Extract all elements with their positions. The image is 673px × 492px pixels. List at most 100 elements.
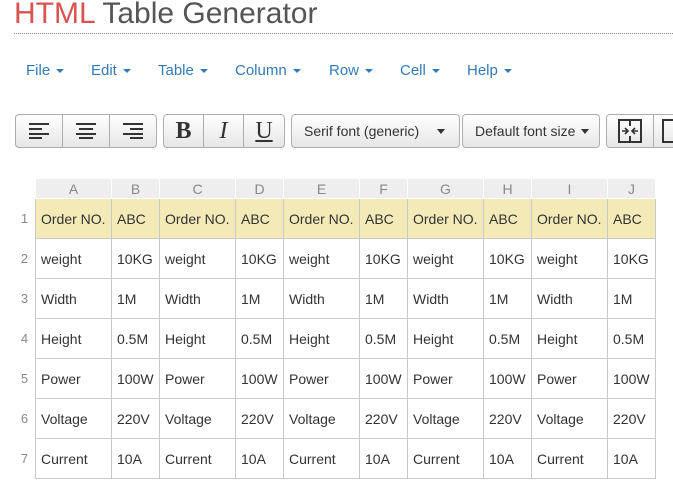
table-cell[interactable]: 10A: [483, 438, 532, 479]
table-cell[interactable]: 220V: [483, 398, 532, 439]
menu-help[interactable]: Help: [467, 62, 512, 79]
table-cell[interactable]: 1M: [111, 278, 160, 319]
align-right-button[interactable]: [109, 114, 157, 148]
align-center-button[interactable]: [62, 114, 110, 148]
column-header[interactable]: C: [159, 178, 236, 199]
bold-button[interactable]: B: [163, 114, 204, 148]
align-left-button[interactable]: [15, 114, 63, 148]
column-header[interactable]: E: [283, 178, 360, 199]
row-header[interactable]: 3: [14, 278, 36, 319]
table-cell[interactable]: Height: [35, 318, 112, 359]
table-cell[interactable]: weight: [407, 238, 484, 279]
table-cell[interactable]: 100W: [111, 358, 160, 399]
table-cell[interactable]: 220V: [111, 398, 160, 439]
table-cell[interactable]: Order NO.: [531, 198, 608, 239]
menu-file[interactable]: File: [26, 62, 65, 79]
table-cell[interactable]: Power: [159, 358, 236, 399]
table-cell[interactable]: Height: [407, 318, 484, 359]
table-cell[interactable]: Voltage: [407, 398, 484, 439]
table-cell[interactable]: 220V: [235, 398, 284, 439]
table-cell[interactable]: 10A: [235, 438, 284, 479]
row-header[interactable]: 7: [14, 438, 36, 479]
table-cell[interactable]: Height: [531, 318, 608, 359]
column-header[interactable]: F: [359, 178, 408, 199]
table-cell[interactable]: Width: [407, 278, 484, 319]
table-cell[interactable]: ABC: [607, 198, 656, 239]
table-cell[interactable]: ABC: [359, 198, 408, 239]
table-cell[interactable]: Width: [283, 278, 360, 319]
table-cell[interactable]: 100W: [483, 358, 532, 399]
table-cell[interactable]: 10A: [359, 438, 408, 479]
table-cell[interactable]: 0.5M: [111, 318, 160, 359]
menu-row[interactable]: Row: [329, 62, 374, 79]
row-header[interactable]: 6: [14, 398, 36, 439]
table-cell[interactable]: 10KG: [483, 238, 532, 279]
table-cell[interactable]: 0.5M: [235, 318, 284, 359]
table-cell[interactable]: 100W: [235, 358, 284, 399]
table-cell[interactable]: 0.5M: [359, 318, 408, 359]
table-cell[interactable]: Power: [35, 358, 112, 399]
table-cell[interactable]: Power: [283, 358, 360, 399]
table-cell[interactable]: Voltage: [35, 398, 112, 439]
table-cell[interactable]: 1M: [483, 278, 532, 319]
table-cell[interactable]: weight: [35, 238, 112, 279]
italic-button[interactable]: I: [203, 114, 244, 148]
table-cell[interactable]: Order NO.: [283, 198, 360, 239]
column-header[interactable]: H: [483, 178, 532, 199]
row-header[interactable]: 1: [14, 198, 36, 239]
table-cell[interactable]: Current: [531, 438, 608, 479]
row-header[interactable]: 2: [14, 238, 36, 279]
table-cell[interactable]: 1M: [359, 278, 408, 319]
font-family-select[interactable]: Serif font (generic): [291, 114, 460, 148]
row-header[interactable]: 4: [14, 318, 36, 359]
menu-cell[interactable]: Cell: [400, 62, 440, 79]
table-cell[interactable]: Power: [531, 358, 608, 399]
menu-edit[interactable]: Edit: [91, 62, 131, 79]
table-cell[interactable]: ABC: [483, 198, 532, 239]
split-cells-button[interactable]: [653, 114, 673, 148]
table-cell[interactable]: 220V: [607, 398, 656, 439]
table-cell[interactable]: Current: [159, 438, 236, 479]
table-cell[interactable]: Current: [283, 438, 360, 479]
column-header[interactable]: B: [111, 178, 160, 199]
table-cell[interactable]: 10A: [111, 438, 160, 479]
table-cell[interactable]: 100W: [607, 358, 656, 399]
table-cell[interactable]: 1M: [607, 278, 656, 319]
column-header[interactable]: D: [235, 178, 284, 199]
table-cell[interactable]: ABC: [235, 198, 284, 239]
menu-column[interactable]: Column: [235, 62, 301, 79]
table-cell[interactable]: Order NO.: [407, 198, 484, 239]
table-cell[interactable]: weight: [531, 238, 608, 279]
table-cell[interactable]: Order NO.: [159, 198, 236, 239]
table-cell[interactable]: Voltage: [159, 398, 236, 439]
font-size-select[interactable]: Default font size: [462, 114, 600, 148]
table-cell[interactable]: 10KG: [111, 238, 160, 279]
table-cell[interactable]: Height: [159, 318, 236, 359]
table-cell[interactable]: Voltage: [531, 398, 608, 439]
table-cell[interactable]: 0.5M: [607, 318, 656, 359]
table-cell[interactable]: Width: [35, 278, 112, 319]
table-cell[interactable]: 220V: [359, 398, 408, 439]
column-header[interactable]: I: [531, 178, 608, 199]
underline-button[interactable]: U: [243, 114, 285, 148]
table-cell[interactable]: Voltage: [283, 398, 360, 439]
table-cell[interactable]: 0.5M: [483, 318, 532, 359]
column-header[interactable]: J: [607, 178, 656, 199]
table-cell[interactable]: 10KG: [607, 238, 656, 279]
table-cell[interactable]: ABC: [111, 198, 160, 239]
column-header[interactable]: A: [35, 178, 112, 199]
merge-cells-button[interactable]: [606, 114, 654, 148]
table-cell[interactable]: 10A: [607, 438, 656, 479]
table-cell[interactable]: Width: [159, 278, 236, 319]
table-cell[interactable]: Power: [407, 358, 484, 399]
table-cell[interactable]: Order NO.: [35, 198, 112, 239]
table-cell[interactable]: Width: [531, 278, 608, 319]
table-cell[interactable]: 1M: [235, 278, 284, 319]
table-cell[interactable]: Current: [35, 438, 112, 479]
table-cell[interactable]: 10KG: [235, 238, 284, 279]
table-cell[interactable]: weight: [283, 238, 360, 279]
menu-table[interactable]: Table: [158, 62, 208, 79]
table-cell[interactable]: weight: [159, 238, 236, 279]
table-cell[interactable]: Current: [407, 438, 484, 479]
table-cell[interactable]: Height: [283, 318, 360, 359]
